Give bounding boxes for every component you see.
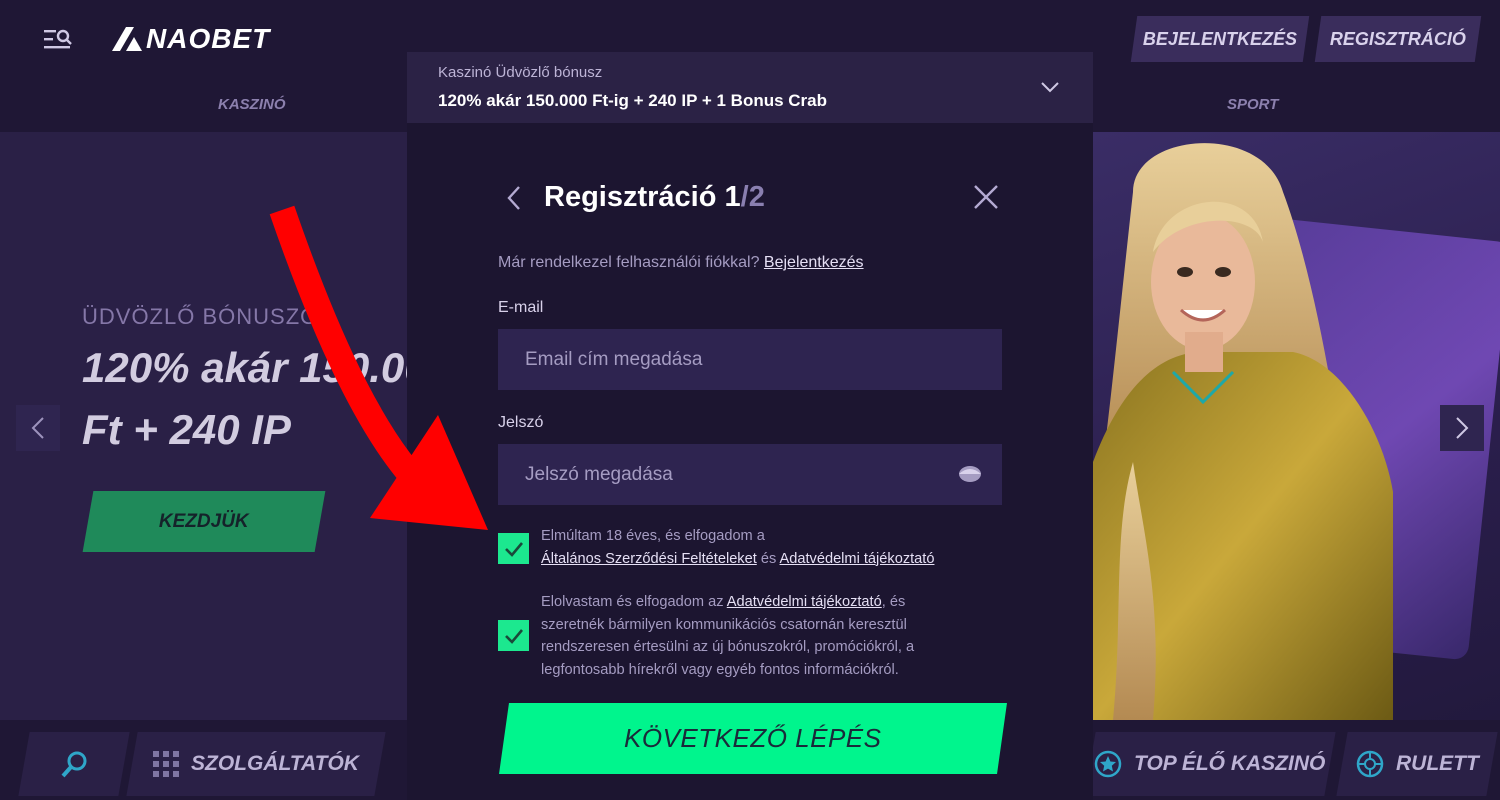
brand-logo[interactable]: NAOBET <box>112 23 271 54</box>
marketing-consent-checkbox[interactable] <box>498 620 529 651</box>
menu-search-icon[interactable] <box>44 28 74 50</box>
eye-icon[interactable] <box>958 464 982 484</box>
password-placeholder: Jelszó megadása <box>525 463 673 485</box>
hero-subtitle: ÜDVÖZLŐ BÓNUSZOK <box>82 304 334 329</box>
existing-account-text: Már rendelkezel felhasználói fiókkal? <box>498 254 760 271</box>
bottom-providers-label: SZOLGÁLTATÓK <box>191 752 359 775</box>
bottom-top-live-casino-button[interactable]: TOP ÉLŐ KASZINÓ <box>1084 732 1336 796</box>
login-button[interactable]: BEJELENTKEZÉS <box>1130 16 1310 62</box>
back-arrow-icon[interactable] <box>503 183 525 213</box>
checkmark-icon <box>504 628 523 644</box>
chevron-right-icon <box>1456 417 1469 439</box>
hero-start-button-label: KEZDJÜK <box>159 510 249 532</box>
bonus-selector-dropdown[interactable]: Kaszinó Üdvözlő bónusz 120% akár 150.000… <box>407 52 1093 123</box>
hero-title-line-2: Ft + 240 IP <box>82 406 291 453</box>
registration-modal: Regisztráció 1/2 Már rendelkezel felhasz… <box>407 123 1093 800</box>
star-badge-icon <box>1095 750 1122 778</box>
logo-text: NAOBET <box>146 23 271 54</box>
bonus-selector-label: Kaszinó Üdvözlő bónusz <box>438 64 603 81</box>
modal-title: Regisztráció 1/2 <box>544 181 765 214</box>
privacy-policy-link-2[interactable]: Adatvédelmi tájékoztató <box>727 594 882 610</box>
nav-tab-sport[interactable]: SPORT <box>1227 96 1278 113</box>
age-terms-checkbox[interactable] <box>498 533 529 564</box>
register-button-label: REGISZTRÁCIÓ <box>1329 28 1466 49</box>
email-placeholder: Email cím megadása <box>525 348 703 370</box>
roulette-icon <box>1356 750 1383 778</box>
carousel-next-button[interactable] <box>1440 405 1484 451</box>
consent1-and: és <box>760 550 777 567</box>
search-icon <box>61 751 87 778</box>
close-icon[interactable] <box>973 184 999 210</box>
privacy-policy-link[interactable]: Adatvédelmi tájékoztató <box>780 551 935 567</box>
email-label: E-mail <box>498 299 544 316</box>
logo-mark-icon <box>112 27 142 51</box>
bottom-search-button[interactable] <box>18 732 130 796</box>
chevron-down-icon <box>1041 82 1059 93</box>
password-label: Jelszó <box>498 414 544 431</box>
checkmark-icon <box>504 541 523 557</box>
existing-account-prompt: Már rendelkezel felhasználói fiókkal? Be… <box>498 254 864 272</box>
consent2-text-a: Elolvastam és elfogadom az <box>541 594 724 610</box>
register-button[interactable]: REGISZTRÁCIÓ <box>1314 16 1482 62</box>
login-link[interactable]: Bejelentkezés <box>764 254 864 271</box>
bottom-top-live-casino-label: TOP ÉLŐ KASZINÓ <box>1134 752 1326 775</box>
modal-title-step: Regisztráció 1 <box>544 181 741 213</box>
bottom-roulette-button[interactable]: RULETT <box>1336 732 1498 796</box>
bottom-roulette-label: RULETT <box>1395 752 1479 775</box>
bottom-providers-button[interactable]: SZOLGÁLTATÓK <box>126 732 386 796</box>
hero-start-button[interactable]: KEZDJÜK <box>82 491 326 552</box>
age-terms-consent-text: Elmúltam 18 éves, és elfogadom a Általán… <box>541 525 971 570</box>
modal-title-total: /2 <box>740 181 765 213</box>
next-step-button[interactable]: KÖVETKEZŐ LÉPÉS <box>499 703 1007 774</box>
consent1-text: Elmúltam 18 éves, és elfogadom a <box>541 528 765 544</box>
nav-tab-casino[interactable]: KASZINÓ <box>218 96 286 113</box>
carousel-prev-button[interactable] <box>16 405 60 451</box>
bonus-selector-value: 120% akár 150.000 Ft-ig + 240 IP + 1 Bon… <box>438 91 827 110</box>
hero-woman-image <box>1093 143 1393 720</box>
hero-title-line-1: 120% akár 150.000 <box>82 344 451 391</box>
password-field[interactable]: Jelszó megadása <box>498 444 1002 505</box>
chevron-left-icon <box>31 417 44 439</box>
next-step-label: KÖVETKEZŐ LÉPÉS <box>624 723 882 753</box>
login-button-label: BEJELENTKEZÉS <box>1142 28 1298 49</box>
grid-icon <box>153 751 179 777</box>
marketing-consent-text: Elolvastam és elfogadom az Adatvédelmi t… <box>541 591 971 681</box>
terms-link[interactable]: Általános Szerződési Feltételeket <box>541 551 757 567</box>
email-field[interactable]: Email cím megadása <box>498 329 1002 390</box>
